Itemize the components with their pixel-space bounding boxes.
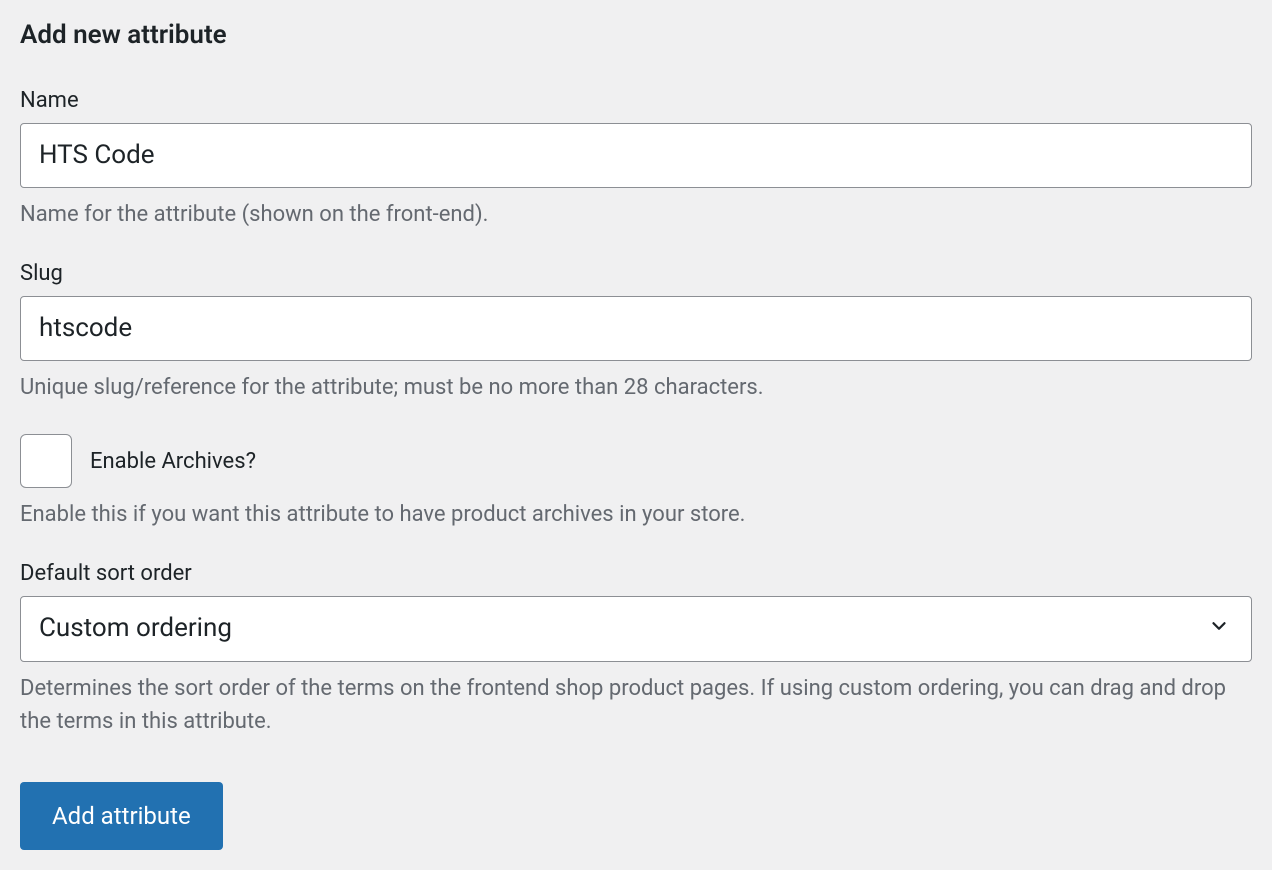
archives-label: Enable Archives? xyxy=(90,449,256,474)
archives-checkbox-row: Enable Archives? xyxy=(20,434,1252,488)
enable-archives-checkbox[interactable] xyxy=(20,434,72,488)
slug-label: Slug xyxy=(20,261,1252,286)
slug-help-text: Unique slug/reference for the attribute;… xyxy=(20,371,1252,404)
name-field-group: Name Name for the attribute (shown on th… xyxy=(20,88,1252,231)
sort-order-help-text: Determines the sort order of the terms o… xyxy=(20,672,1252,738)
sort-order-select-wrapper: Custom ordering xyxy=(20,596,1252,661)
sort-order-field-group: Default sort order Custom ordering Deter… xyxy=(20,561,1252,737)
form-title: Add new attribute xyxy=(20,20,1252,50)
name-label: Name xyxy=(20,88,1252,113)
archives-field-group: Enable Archives? Enable this if you want… xyxy=(20,434,1252,531)
slug-field-group: Slug Unique slug/reference for the attri… xyxy=(20,261,1252,404)
slug-input[interactable] xyxy=(20,296,1252,361)
add-attribute-button[interactable]: Add attribute xyxy=(20,782,223,850)
name-input[interactable] xyxy=(20,123,1252,188)
add-attribute-form: Add new attribute Name Name for the attr… xyxy=(20,20,1252,850)
name-help-text: Name for the attribute (shown on the fro… xyxy=(20,198,1252,231)
archives-help-text: Enable this if you want this attribute t… xyxy=(20,498,1252,531)
sort-order-label: Default sort order xyxy=(20,561,1252,586)
sort-order-select[interactable]: Custom ordering xyxy=(20,596,1252,661)
